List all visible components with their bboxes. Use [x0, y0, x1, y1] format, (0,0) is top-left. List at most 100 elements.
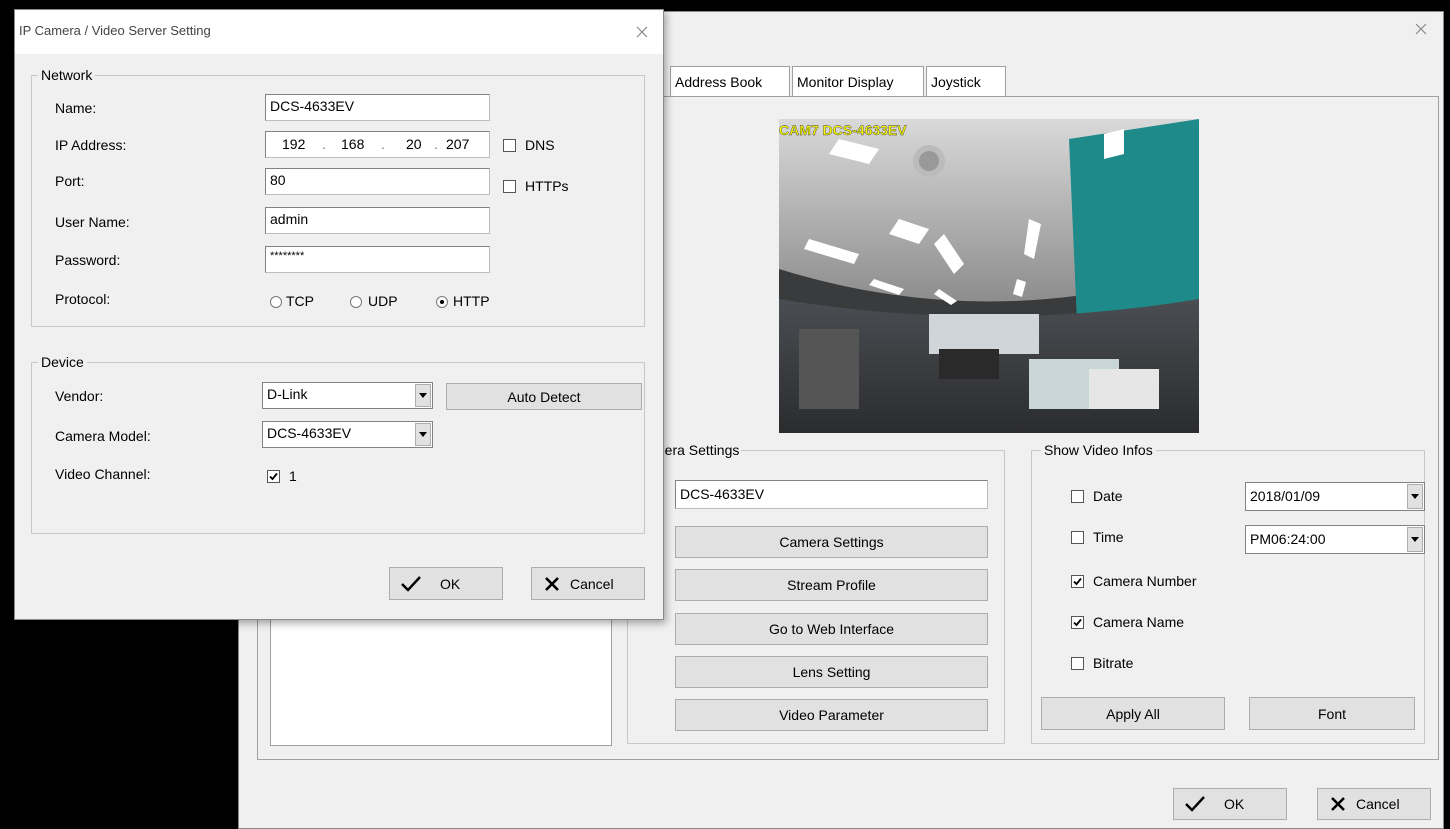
tab-joystick[interactable]: Joystick [926, 66, 1006, 96]
dns-checkbox[interactable] [503, 139, 516, 152]
port-field[interactable]: 80 [265, 168, 490, 195]
ip-dot: . [381, 136, 385, 152]
camera-number-label: Camera Number [1093, 573, 1197, 589]
dialog-cancel-label: Cancel [570, 575, 614, 592]
name-field[interactable]: DCS-4633EV [265, 94, 490, 121]
protocol-label: Protocol: [55, 291, 111, 307]
ip-octet-3: 20 [406, 136, 422, 152]
time-select-value: PM06:24:00 [1250, 531, 1326, 547]
camera-name-field[interactable]: DCS-4633EV [675, 480, 988, 509]
protocol-http-radio[interactable] [436, 296, 448, 308]
password-field[interactable]: ******** [265, 246, 490, 273]
camera-settings-button[interactable]: Camera Settings [675, 526, 988, 558]
dialog-ok-label: OK [440, 575, 461, 592]
camera-number-checkbox[interactable] [1071, 575, 1084, 588]
auto-detect-button[interactable]: Auto Detect [446, 383, 642, 410]
name-label: Name: [55, 100, 97, 116]
checkmark-icon [1073, 618, 1082, 627]
user-name-label: User Name: [55, 214, 130, 230]
protocol-udp-label: UDP [368, 293, 398, 309]
date-label: Date [1093, 488, 1123, 504]
dialog-cancel-button[interactable]: Cancel [531, 567, 645, 600]
ip-address-label: IP Address: [55, 137, 127, 153]
go-to-web-interface-button[interactable]: Go to Web Interface [675, 613, 988, 645]
checkmark-icon [1185, 796, 1205, 812]
tab-monitor-display[interactable]: Monitor Display [792, 66, 924, 96]
camera-settings-group-label: mera Settings [651, 442, 742, 458]
camera-name-checkbox[interactable] [1071, 616, 1084, 629]
tab-address-book-label: Address Book [675, 73, 763, 90]
close-icon [1331, 797, 1345, 811]
dns-label: DNS [525, 137, 555, 153]
bitrate-label: Bitrate [1093, 655, 1134, 671]
date-checkbox[interactable] [1071, 490, 1084, 503]
preview-overlay-text: CAM7 DCS-4633EV [779, 122, 907, 138]
camera-model-select-value: DCS-4633EV [267, 425, 352, 441]
tab-joystick-label: Joystick [931, 73, 981, 90]
chevron-down-icon [1411, 537, 1419, 542]
font-button[interactable]: Font [1249, 697, 1415, 730]
stream-profile-button[interactable]: Stream Profile [675, 569, 988, 601]
video-channel-checkbox[interactable] [267, 470, 280, 483]
close-icon [545, 576, 559, 591]
close-icon [1415, 23, 1427, 35]
chevron-down-icon [419, 432, 427, 437]
camera-model-dropdown-arrow[interactable] [415, 423, 431, 446]
main-ok-label: OK [1224, 796, 1245, 812]
camera-model-label: Camera Model: [55, 428, 151, 444]
apply-all-button[interactable]: Apply All [1041, 697, 1225, 730]
vendor-label: Vendor: [55, 388, 104, 404]
checkmark-icon [401, 575, 421, 592]
close-icon [636, 26, 648, 38]
video-channel-value: 1 [289, 468, 297, 484]
checkmark-icon [1073, 577, 1082, 586]
lens-setting-button[interactable]: Lens Setting [675, 656, 988, 688]
ip-address-field[interactable]: 192 . 168 . 20 . 207 [265, 131, 490, 158]
password-label: Password: [55, 252, 121, 268]
main-cancel-label: Cancel [1356, 796, 1400, 812]
protocol-udp-radio[interactable] [350, 296, 362, 308]
main-cancel-button[interactable]: Cancel [1317, 788, 1431, 820]
user-name-field[interactable]: admin [265, 207, 490, 234]
video-parameter-button[interactable]: Video Parameter [675, 699, 988, 731]
tab-monitor-display-label: Monitor Display [797, 73, 894, 90]
chevron-down-icon [1411, 494, 1419, 499]
time-checkbox[interactable] [1071, 531, 1084, 544]
ip-dot: . [322, 136, 326, 152]
date-select-value: 2018/01/09 [1250, 488, 1321, 504]
camera-list-box[interactable] [270, 602, 612, 746]
protocol-tcp-label: TCP [286, 293, 314, 309]
https-checkbox[interactable] [503, 180, 516, 193]
vendor-select-value: D-Link [267, 386, 308, 402]
main-close-button[interactable] [1409, 18, 1433, 40]
vendor-select[interactable]: D-Link [262, 382, 433, 409]
dialog-title: IP Camera / Video Server Setting [19, 23, 211, 38]
camera-preview-image: CAM7 DCS-4633EV [779, 119, 1199, 433]
https-label: HTTPs [525, 178, 569, 194]
main-ok-button[interactable]: OK [1173, 788, 1287, 820]
time-dropdown-arrow[interactable] [1407, 527, 1423, 552]
camera-model-select[interactable]: DCS-4633EV [262, 421, 433, 448]
checkmark-icon [269, 472, 278, 481]
tab-address-book[interactable]: Address Book [670, 66, 790, 96]
ip-camera-dialog: IP Camera / Video Server Setting Network… [14, 9, 664, 620]
time-select[interactable]: PM06:24:00 [1245, 525, 1425, 554]
ip-octet-2: 168 [341, 136, 365, 152]
device-group-label: Device [38, 354, 87, 370]
vendor-dropdown-arrow[interactable] [415, 384, 431, 407]
dialog-ok-button[interactable]: OK [389, 567, 503, 600]
dialog-close-button[interactable] [631, 22, 653, 42]
date-select[interactable]: 2018/01/09 [1245, 482, 1425, 511]
video-channel-label: Video Channel: [55, 466, 151, 482]
ip-octet-1: 192 [282, 136, 306, 152]
protocol-http-label: HTTP [453, 293, 490, 309]
bitrate-checkbox[interactable] [1071, 657, 1084, 670]
show-video-infos-group-label: Show Video Infos [1041, 442, 1156, 458]
protocol-tcp-radio[interactable] [270, 296, 282, 308]
port-label: Port: [55, 173, 85, 189]
ip-octet-4: 207 [446, 136, 470, 152]
time-label: Time [1093, 529, 1124, 545]
date-dropdown-arrow[interactable] [1407, 484, 1423, 509]
ip-dot: . [434, 136, 438, 152]
dialog-title-bar[interactable]: IP Camera / Video Server Setting [15, 10, 663, 54]
